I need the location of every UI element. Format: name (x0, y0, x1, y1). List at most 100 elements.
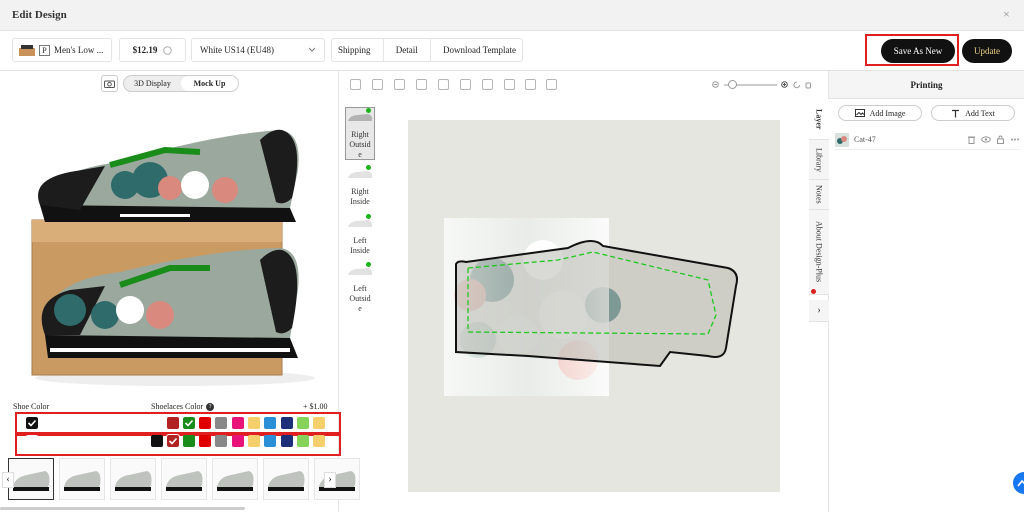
color-swatch[interactable] (26, 435, 38, 447)
color-swatch-selected[interactable] (25, 416, 39, 430)
canvas-artwork (444, 218, 738, 396)
add-image-button[interactable]: Add Image (838, 105, 922, 121)
mockup-thumbnail[interactable] (8, 458, 54, 500)
mockup-thumbnail[interactable] (314, 458, 360, 500)
product-name: Men's Low ... (54, 45, 104, 55)
view-status-dot (366, 214, 371, 219)
color-swatch[interactable] (232, 417, 244, 429)
editor-tool-icon[interactable] (482, 79, 493, 90)
design-canvas[interactable] (408, 120, 780, 492)
close-icon[interactable]: × (1003, 7, 1010, 22)
price-value: $12.19 (132, 45, 158, 55)
color-swatch[interactable] (248, 435, 260, 447)
view-thumbnail[interactable] (346, 218, 374, 227)
info-icon[interactable] (163, 45, 173, 55)
view-thumbnail[interactable] (346, 266, 374, 275)
thumbs-scrollbar[interactable] (0, 507, 245, 510)
delete-icon[interactable] (967, 135, 976, 144)
color-swatch[interactable] (151, 435, 163, 447)
product-selector[interactable]: P Men's Low ... (12, 38, 112, 62)
editor-tool-icon[interactable] (372, 79, 383, 90)
lock-icon[interactable] (996, 135, 1005, 144)
zoom-slider[interactable] (723, 80, 777, 89)
product-thumbnail-icon (19, 45, 35, 56)
mockup-thumbnail[interactable] (59, 458, 105, 500)
color-swatch[interactable] (199, 435, 211, 447)
layer-thumbnail (835, 132, 849, 147)
color-swatch[interactable] (151, 417, 163, 429)
size-select[interactable]: White US14 (EU48) (191, 38, 325, 62)
editor-tool-icon[interactable] (350, 79, 361, 90)
color-swatch[interactable] (264, 435, 276, 447)
mockup-thumbnail[interactable] (161, 458, 207, 500)
laces-color-heading: Shoelaces Color ? (151, 402, 215, 411)
color-swatch[interactable] (199, 417, 211, 429)
camera-button[interactable] (101, 75, 118, 92)
color-swatch[interactable] (215, 417, 227, 429)
view-thumbnail[interactable] (346, 169, 374, 178)
zoom-out-icon[interactable] (712, 81, 720, 89)
color-swatch[interactable] (248, 417, 260, 429)
color-swatch[interactable] (297, 417, 309, 429)
editor-tool-icon[interactable] (504, 79, 515, 90)
update-button[interactable]: Update (962, 39, 1012, 63)
zoom-slider-handle[interactable] (727, 80, 737, 89)
color-swatch[interactable] (313, 417, 325, 429)
hand-icon[interactable] (804, 81, 812, 89)
view-label[interactable]: Right Outsid e (345, 130, 375, 160)
color-swatch[interactable] (183, 435, 195, 447)
color-swatch[interactable] (313, 435, 325, 447)
thumbs-prev-button[interactable]: ‹ (2, 472, 14, 488)
color-swatch[interactable] (281, 435, 293, 447)
mode-3d-display[interactable]: 3D Display (124, 76, 181, 91)
add-text-label: Add Text (965, 108, 995, 118)
color-swatch-selected[interactable] (166, 434, 180, 448)
product-badge: P (39, 44, 50, 56)
add-text-button[interactable]: Add Text (931, 105, 1015, 121)
tab-shipping[interactable]: Shipping (338, 45, 371, 55)
mockup-thumbnail[interactable] (110, 458, 156, 500)
chat-button[interactable] (1013, 472, 1024, 494)
camera-icon (104, 80, 115, 88)
mockup-thumbnail[interactable] (212, 458, 258, 500)
tab-group: Shipping Detail Download Template (331, 38, 523, 62)
side-tab-about-design-plus[interactable]: About Design-Plus (809, 210, 829, 295)
side-tab-notes[interactable]: Notes (809, 180, 829, 210)
tab-detail[interactable]: Detail (396, 45, 418, 55)
view-thumbnail[interactable] (346, 112, 374, 121)
thumbs-next-button[interactable]: › (324, 472, 336, 488)
tab-download-template[interactable]: Download Template (443, 45, 516, 55)
mockup-thumbnail[interactable] (263, 458, 309, 500)
side-tab-library[interactable]: Library (809, 140, 829, 180)
color-swatch[interactable] (281, 417, 293, 429)
side-tab-collapse-button[interactable]: › (809, 300, 829, 322)
editor-tool-icon[interactable] (438, 79, 449, 90)
price-box: $12.19 (119, 38, 186, 62)
eye-icon[interactable] (981, 135, 991, 144)
reset-icon[interactable] (793, 81, 801, 89)
view-label[interactable]: Left Inside (345, 236, 375, 256)
view-label[interactable]: Right Inside (345, 187, 375, 207)
color-swatch[interactable] (297, 435, 309, 447)
color-swatch[interactable] (215, 435, 227, 447)
color-swatch[interactable] (167, 417, 179, 429)
color-swatch[interactable] (232, 435, 244, 447)
editor-tool-icon[interactable] (546, 79, 557, 90)
layer-item[interactable]: Cat-47 (835, 130, 1020, 150)
messenger-icon (1017, 479, 1024, 487)
mode-mock-up[interactable]: Mock Up (181, 76, 238, 91)
view-status-dot (366, 262, 371, 267)
color-swatch[interactable] (264, 417, 276, 429)
editor-tool-icon[interactable] (416, 79, 427, 90)
laces-price: + $1.00 (303, 402, 328, 411)
more-icon[interactable] (1010, 135, 1020, 144)
side-tab-layer[interactable]: Layer (809, 99, 829, 140)
editor-tool-icon[interactable] (460, 79, 471, 90)
view-label[interactable]: Left Outsid e (345, 284, 375, 314)
editor-tool-icon[interactable] (394, 79, 405, 90)
editor-tool-icon[interactable] (525, 79, 536, 90)
zoom-in-icon[interactable] (781, 81, 789, 89)
save-as-new-button[interactable]: Save As New (881, 39, 955, 63)
help-icon[interactable]: ? (206, 402, 215, 411)
color-swatch-selected[interactable] (182, 416, 196, 430)
